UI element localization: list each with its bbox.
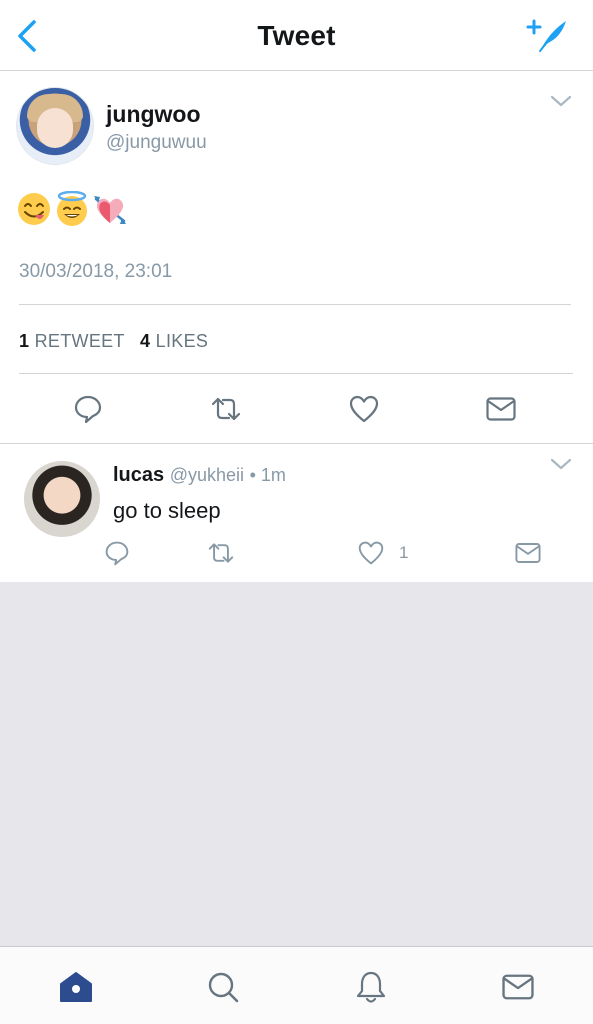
reply-like-button[interactable]: 1 — [357, 538, 408, 568]
page-title: Tweet — [257, 20, 336, 51]
reply-icon — [105, 541, 129, 566]
notifications-icon — [356, 971, 386, 1003]
dm-icon — [515, 543, 541, 563]
reply-action-bar: 1 — [0, 538, 593, 568]
reply-text: go to sleep — [113, 498, 221, 523]
messages-icon — [502, 974, 534, 1000]
tab-bar — [0, 946, 593, 1024]
main-tweet: jungwoo @junguwuu 30/03/2018, 23:01 1 RE… — [0, 71, 593, 444]
reply-icon — [74, 395, 102, 424]
reply-author-name[interactable]: lucas — [113, 464, 164, 486]
retweet-icon — [211, 397, 241, 421]
divider — [19, 304, 571, 305]
home-icon — [60, 972, 92, 1002]
reply-like-count: 1 — [399, 543, 409, 562]
dm-icon — [486, 397, 516, 421]
avatar[interactable] — [24, 461, 100, 537]
tab-home[interactable] — [56, 969, 96, 1005]
tweet-text — [16, 191, 128, 231]
tab-search[interactable] — [203, 969, 243, 1005]
engagement-stats: 1 RETWEET 4 LIKES — [19, 331, 218, 352]
tweet-detail-screen: Tweet jungwoo @junguwuu 30/03/2018, 23:0… — [0, 0, 593, 1024]
reply-dm-button[interactable] — [514, 538, 542, 568]
tweet-timestamp: 30/03/2018, 23:01 — [19, 261, 173, 282]
author-handle[interactable]: @junguwuu — [106, 132, 207, 154]
avatar[interactable] — [16, 87, 94, 165]
retweets-count[interactable]: 1 — [19, 331, 29, 351]
compose-feather-icon — [526, 19, 566, 52]
smiling-face-with-halo-icon — [57, 191, 87, 226]
reply-tweet[interactable]: lucas @yukheii • 1m go to sleep 1 — [0, 444, 593, 582]
retweets-label[interactable]: RETWEET — [35, 331, 125, 351]
reply-options-button[interactable] — [549, 452, 573, 476]
like-icon — [358, 541, 384, 565]
chevron-down-icon — [550, 95, 572, 107]
tab-messages[interactable] — [498, 969, 538, 1005]
reply-time: • 1m — [249, 465, 286, 485]
likes-count[interactable]: 4 — [140, 331, 150, 351]
search-icon — [208, 972, 239, 1003]
compose-button[interactable] — [525, 14, 571, 56]
empty-content-area — [0, 582, 593, 946]
reply-reply-button[interactable] — [104, 538, 130, 568]
retweet-button[interactable] — [206, 389, 246, 429]
divider — [19, 373, 573, 374]
reply-button[interactable] — [68, 389, 108, 429]
avatar-face — [37, 108, 73, 148]
author-name[interactable]: jungwoo — [106, 101, 201, 128]
heart-with-arrow-icon — [94, 196, 126, 224]
tweet-options-button[interactable] — [549, 89, 573, 113]
like-icon — [349, 395, 379, 423]
navigation-bar: Tweet — [0, 0, 593, 71]
reply-retweet-button[interactable] — [206, 538, 236, 568]
chevron-down-icon — [550, 458, 572, 470]
yum-face-icon — [18, 193, 50, 225]
tweet-action-bar — [0, 389, 593, 429]
reply-author-handle[interactable]: @yukheii — [170, 465, 244, 485]
tab-notifications[interactable] — [351, 969, 391, 1005]
direct-message-button[interactable] — [481, 389, 521, 429]
like-button[interactable] — [344, 389, 384, 429]
reply-header: lucas @yukheii • 1m — [113, 464, 286, 487]
retweet-icon — [208, 543, 234, 563]
likes-label[interactable]: LIKES — [156, 331, 209, 351]
